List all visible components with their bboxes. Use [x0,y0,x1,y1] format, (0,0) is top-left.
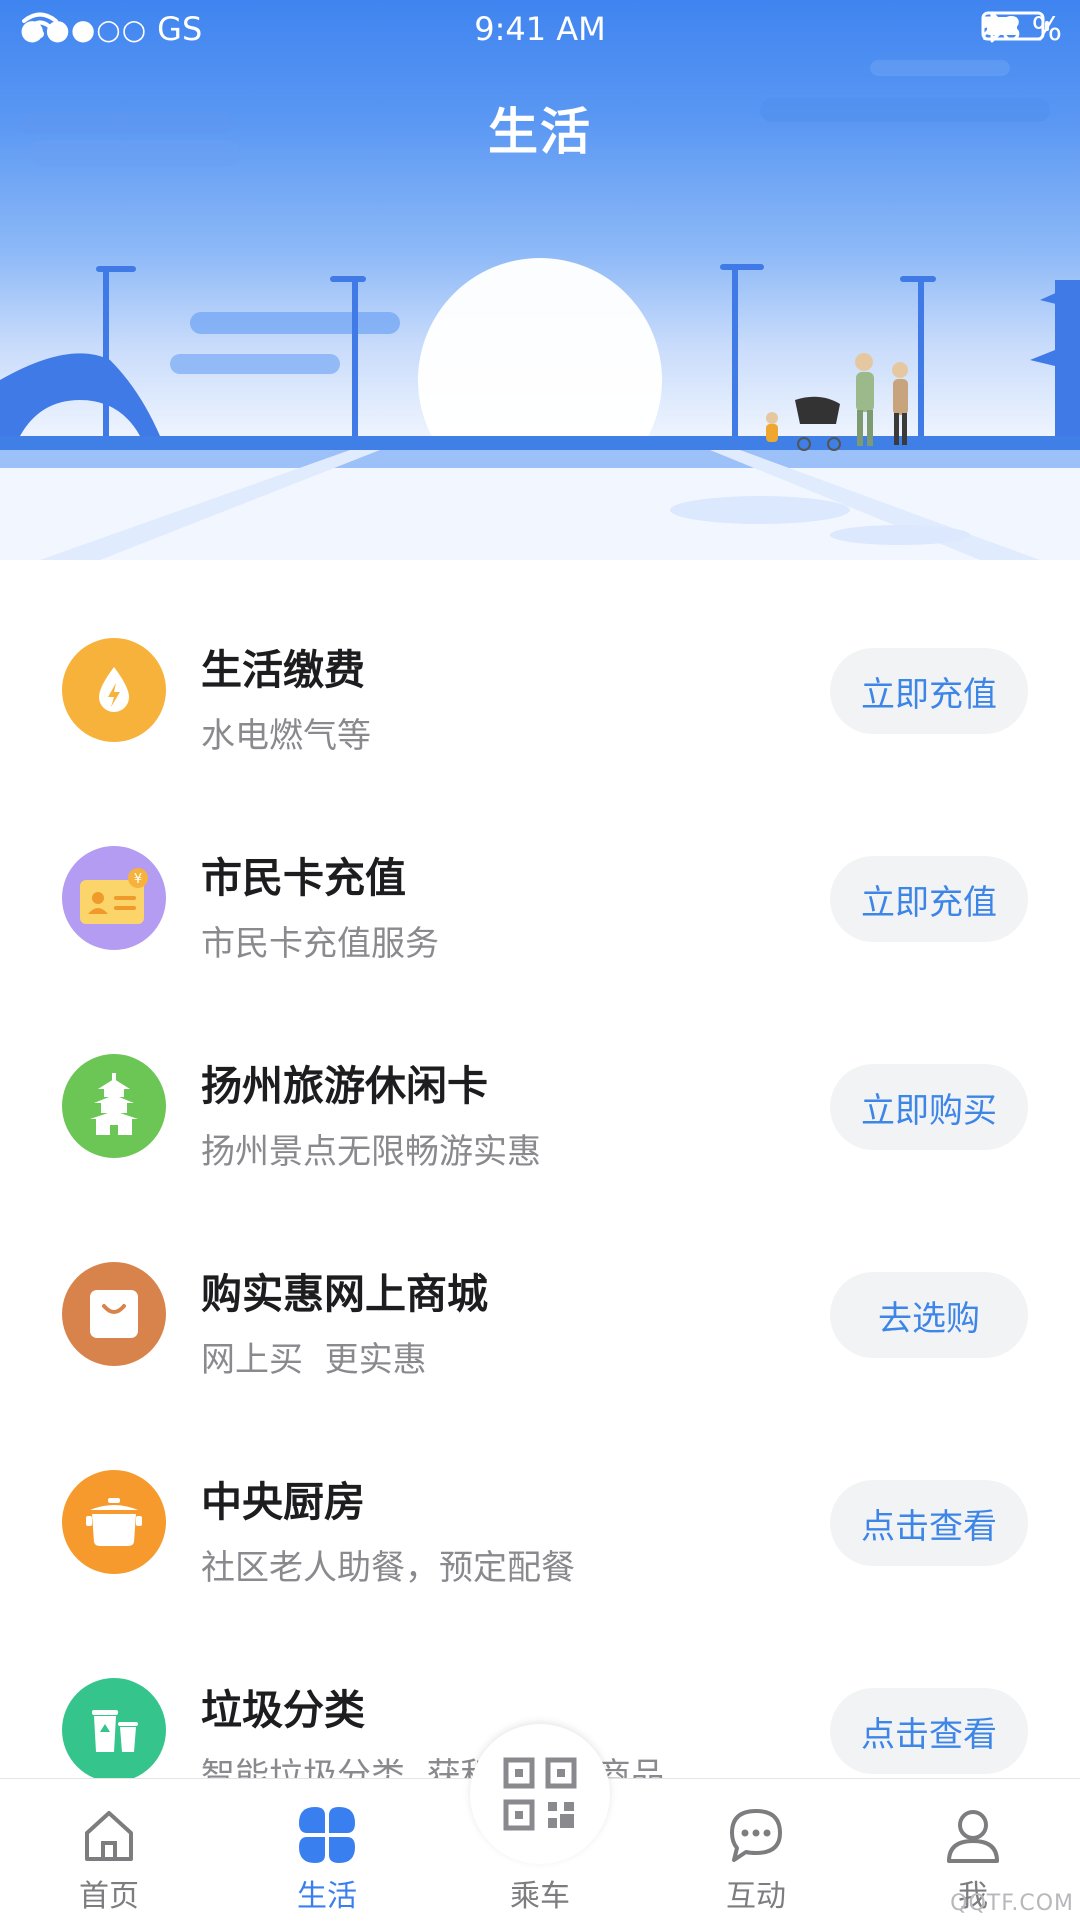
item-title: 垃圾分类 [201,1686,365,1734]
tab-interact[interactable]: 互动 [676,1779,836,1921]
tab-label: 生活 [297,1879,357,1914]
tab-life[interactable]: 生活 [247,1779,407,1921]
item-title: 中央厨房 [201,1478,365,1526]
battery-icon [981,11,1049,41]
recharge-button[interactable]: 立即充值 [830,648,1028,734]
home-icon [85,1811,133,1861]
service-item-citizen-card[interactable]: ¥ 市民卡充值 市民卡充值服务 立即充值 [0,798,1080,1006]
svg-text:¥: ¥ [134,872,142,887]
status-bar: ●●●○○ GS 9:41 AM 58 % [0,0,1080,60]
service-list: 生活缴费 水电燃气等 立即充值 ¥ 市民卡充值 市民卡充值服务 立即充值 扬州旅… [0,590,1080,1838]
item-title: 生活缴费 [201,646,365,694]
recycle-bin-icon [62,1678,166,1782]
go-shopping-button[interactable]: 去选购 [830,1272,1028,1358]
view-details-button[interactable]: 点击查看 [830,1480,1028,1566]
view-details-button[interactable]: 点击查看 [830,1688,1028,1774]
page-title: 生活 [488,103,592,161]
scan-ride-button[interactable] [470,1724,610,1864]
item-subtitle: 市民卡充值服务 [201,924,439,964]
item-subtitle: 水电燃气等 [201,716,371,756]
item-subtitle: 网上买 更实惠 [201,1340,427,1380]
item-subtitle: 扬州景点无限畅游实惠 [201,1132,541,1172]
water-drop-bolt-icon [62,638,166,742]
qr-code-icon [503,1757,577,1831]
cooking-pot-icon [62,1470,166,1574]
item-title: 扬州旅游休闲卡 [201,1062,488,1110]
tab-home[interactable]: 首页 [29,1779,189,1921]
citizen-card-icon: ¥ [62,846,166,950]
service-item-utilities[interactable]: 生活缴费 水电燃气等 立即充值 [0,590,1080,798]
tab-label: 互动 [726,1879,786,1914]
recharge-button[interactable]: 立即充值 [830,856,1028,942]
shopping-bag-icon [62,1262,166,1366]
pagoda-icon [62,1054,166,1158]
tab-label: 乘车 [510,1879,570,1914]
item-title: 购实惠网上商城 [201,1270,488,1318]
status-time: 9:41 AM [474,10,606,48]
tab-label: 首页 [79,1879,139,1914]
chat-bubble-icon [730,1809,782,1862]
hero-banner: ●●●○○ GS 9:41 AM 58 % 生活 [0,0,1080,560]
hero-illustration [0,60,1080,560]
buy-now-button[interactable]: 立即购买 [830,1064,1028,1150]
clover-icon [299,1807,355,1863]
service-item-tourism-card[interactable]: 扬州旅游休闲卡 扬州景点无限畅游实惠 立即购买 [0,1006,1080,1214]
watermark: QQTF.COM [950,1891,1074,1916]
person-icon [947,1810,999,1863]
service-item-central-kitchen[interactable]: 中央厨房 社区老人助餐，预定配餐 点击查看 [0,1422,1080,1630]
status-right: 58 % [981,10,1062,48]
item-title: 市民卡充值 [201,854,406,902]
item-subtitle: 社区老人助餐，预定配餐 [201,1548,575,1588]
service-item-online-mall[interactable]: 购实惠网上商城 网上买 更实惠 去选购 [0,1214,1080,1422]
